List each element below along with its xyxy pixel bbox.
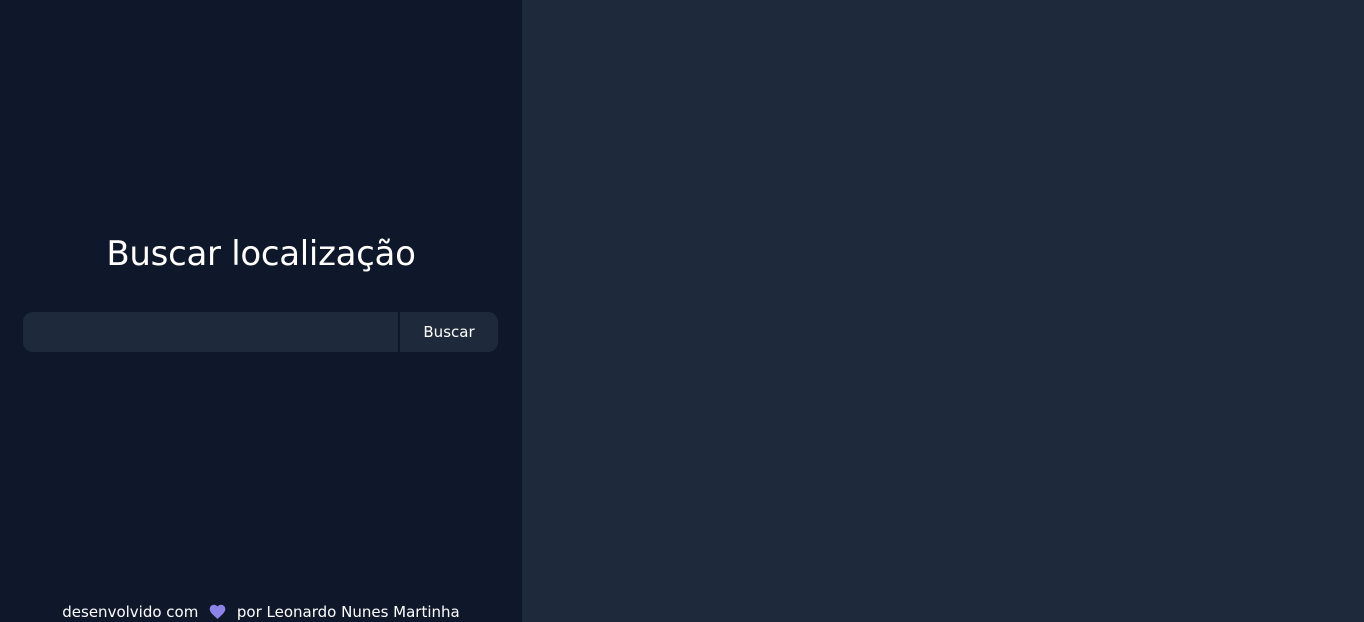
location-search-form: Buscar bbox=[23, 312, 498, 352]
map-panel bbox=[522, 0, 1364, 622]
footer-suffix: por Leonardo Nunes Martinha bbox=[236, 603, 460, 621]
page-title: Buscar localização bbox=[106, 234, 416, 274]
search-button[interactable]: Buscar bbox=[400, 312, 498, 352]
location-search-input[interactable] bbox=[23, 312, 398, 352]
sidebar: Buscar localização Buscar desenvolvido c… bbox=[0, 0, 522, 622]
footer-credit: desenvolvido com por Leonardo Nunes Mart… bbox=[0, 601, 522, 622]
footer-prefix: desenvolvido com bbox=[62, 603, 199, 621]
heart-icon bbox=[209, 604, 226, 619]
